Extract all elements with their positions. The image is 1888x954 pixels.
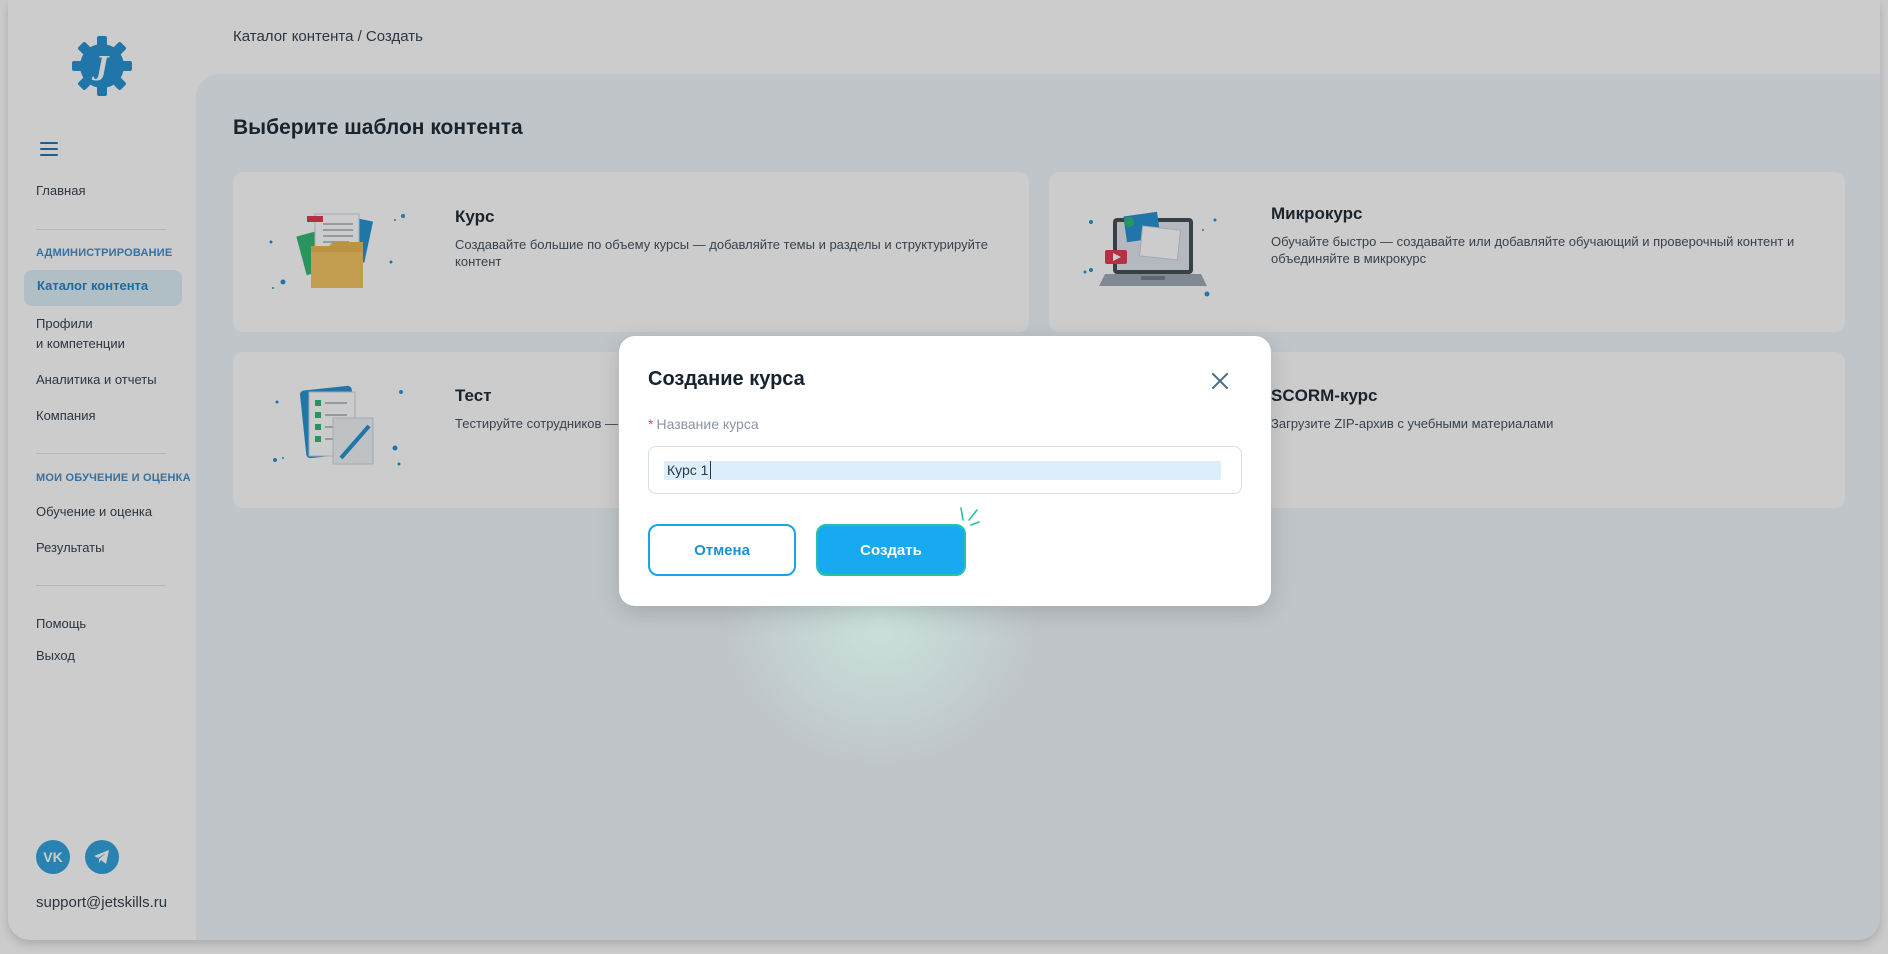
create-button[interactable]: Создать	[816, 524, 966, 576]
dialog-title: Создание курса	[648, 368, 805, 390]
create-course-dialog: Создание курса * Название курса Курс 1 От…	[619, 336, 1271, 606]
required-mark: *	[648, 416, 654, 432]
course-name-label-text: Название курса	[656, 416, 759, 432]
close-icon[interactable]	[1210, 371, 1230, 391]
course-name-input[interactable]	[648, 446, 1242, 494]
cancel-button[interactable]: Отмена	[648, 524, 796, 576]
course-name-label: * Название курса	[648, 416, 759, 432]
